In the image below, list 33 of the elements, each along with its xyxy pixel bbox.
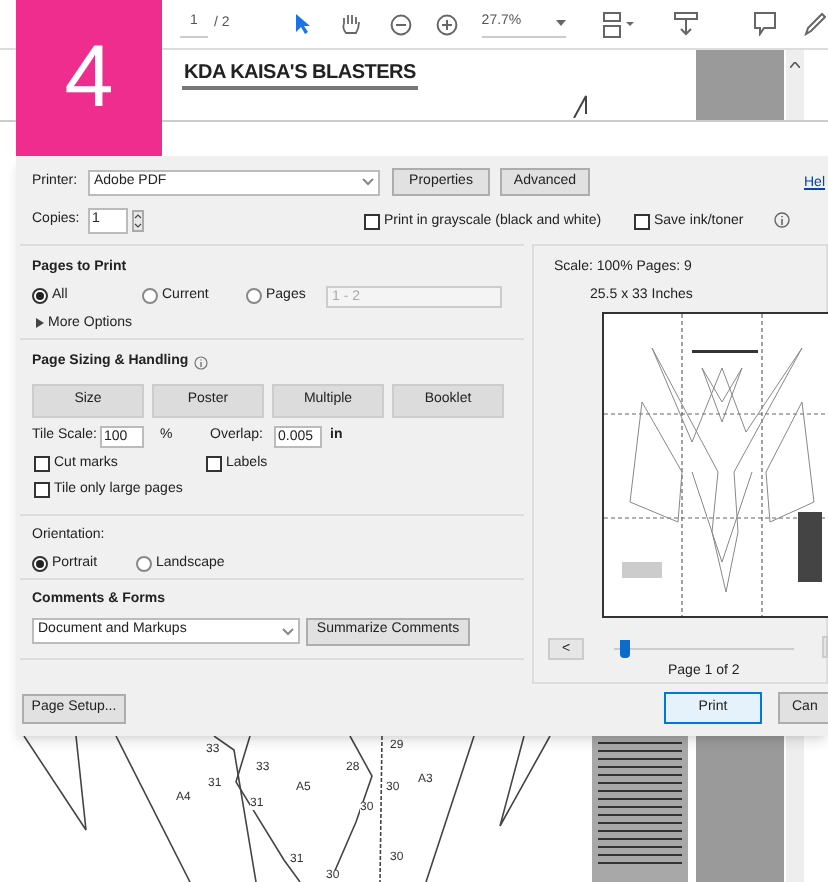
radio-button[interactable]	[246, 288, 262, 304]
zoom-out-icon[interactable]	[389, 13, 412, 35]
checkbox[interactable]	[34, 482, 50, 499]
chevron-down-icon	[282, 627, 294, 635]
zoom-in-icon[interactable]	[435, 13, 458, 35]
scrollbar[interactable]	[786, 736, 804, 882]
radio-button[interactable]	[142, 288, 158, 304]
radio-button[interactable]	[32, 555, 48, 572]
slider-thumb[interactable]	[619, 640, 630, 658]
info-icon	[194, 355, 209, 370]
checkbox[interactable]	[34, 455, 50, 472]
spinner-icon[interactable]	[132, 210, 144, 232]
scroll-up-icon[interactable]	[790, 62, 800, 68]
pointer-icon[interactable]	[293, 12, 312, 36]
step-badge: 4	[16, 0, 162, 156]
page-fit-icon[interactable]	[601, 11, 634, 37]
radio-button[interactable]	[32, 288, 48, 304]
info-icon	[774, 212, 790, 228]
caret-icon	[555, 20, 566, 26]
checkbox[interactable]	[634, 214, 650, 231]
checkbox[interactable]	[206, 455, 222, 472]
download-icon[interactable]	[673, 12, 698, 36]
chevron-down-icon	[362, 178, 374, 186]
hand-icon[interactable]	[339, 12, 362, 36]
radio-button[interactable]	[136, 555, 152, 572]
sketch-line-icon	[570, 94, 590, 118]
checkbox[interactable]	[364, 214, 380, 231]
pen-icon[interactable]	[803, 12, 826, 36]
scrollbar[interactable]	[786, 50, 804, 122]
triangle-right-icon	[36, 318, 44, 329]
comment-icon[interactable]	[753, 12, 776, 36]
scroll-panel	[696, 50, 784, 122]
document-title: KDA KAISA'S BLASTERS	[182, 60, 418, 90]
